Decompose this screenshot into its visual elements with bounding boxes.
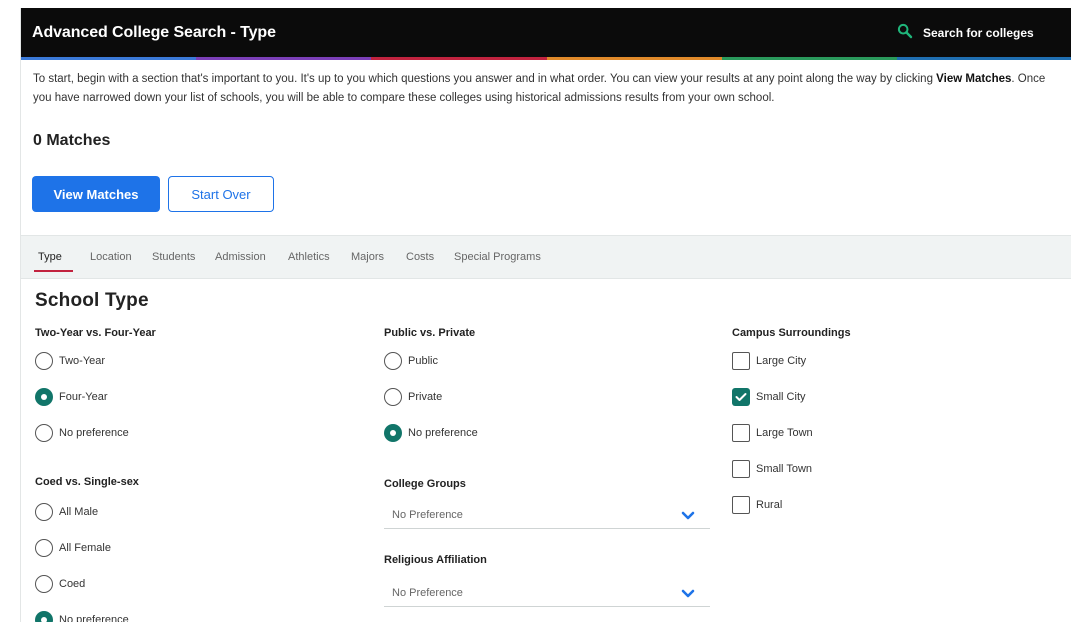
tab-majors[interactable]: Majors [351,251,384,263]
section-title: School Type [35,290,149,311]
college-groups-label: College Groups [384,478,466,490]
tab-special-programs[interactable]: Special Programs [454,251,541,263]
tab-type[interactable]: Type [38,251,62,263]
radio-coed[interactable]: Coed [35,575,85,593]
radio-label: Private [408,391,443,403]
radio-four-year[interactable]: Four-Year [35,388,108,406]
radio-label: Four-Year [59,391,108,403]
search-colleges-label: Search for colleges [923,26,1034,40]
start-over-button[interactable]: Start Over [168,176,274,212]
checkbox-box [732,352,750,370]
radio-label: Two-Year [59,355,106,367]
color-stripe-segment [21,57,197,60]
page-title: Advanced College Search - Type [32,24,276,41]
radio-label: Coed [59,578,86,590]
checkbox-label: Large Town [756,427,813,439]
radio-all-male[interactable]: All Male [35,503,98,521]
radio-circle [384,352,402,370]
college-groups-select[interactable]: No Preference [384,499,710,529]
checkbox-label: Rural [756,499,783,511]
checkbox-small-town[interactable]: Small Town [732,460,812,478]
tab-location[interactable]: Location [90,251,132,263]
matches-count: 0 Matches [33,132,111,149]
checkbox-large-city[interactable]: Large City [732,352,806,370]
color-stripe-segment [896,57,1071,60]
radio-circle [35,388,53,406]
check-icon [735,393,747,401]
section-tabs: Type Location Students Admission Athleti… [21,235,1071,279]
tab-admission[interactable]: Admission [215,251,266,263]
tab-students[interactable]: Students [152,251,195,263]
radio-label: No preference [59,614,129,622]
search-colleges-link[interactable]: Search for colleges [897,23,1034,44]
radio-circle [35,503,53,521]
checkbox-label: Small City [756,391,806,403]
intro-text: To start, begin with a section that's im… [33,70,1063,108]
radio-label: All Female [59,542,111,554]
color-stripe-segment [546,57,722,60]
color-stripe-segment [721,57,897,60]
radio-public-private-no-preference[interactable]: No preference [384,424,478,442]
religious-affiliation-label: Religious Affiliation [384,554,487,566]
tab-costs[interactable]: Costs [406,251,434,263]
active-tab-indicator [34,270,73,272]
page-frame: Advanced College Search - Type Search fo… [20,8,1071,622]
radio-two-four-no-preference[interactable]: No preference [35,424,129,442]
radio-two-year[interactable]: Two-Year [35,352,105,370]
checkbox-box [732,388,750,406]
intro-text-bold: View Matches [936,73,1012,85]
college-groups-value: No Preference [392,509,463,521]
radio-circle [35,424,53,442]
color-stripe-segment [371,57,547,60]
radio-circle [35,352,53,370]
radio-circle [384,388,402,406]
search-icon [897,23,913,44]
radio-circle [35,611,53,622]
radio-circle [35,539,53,557]
color-stripe-segment [196,57,372,60]
coed-single-sex-label: Coed vs. Single-sex [35,476,139,488]
radio-label: No preference [59,427,129,439]
religious-affiliation-value: No Preference [392,587,463,599]
intro-text-part: To start, begin with a section that's im… [33,73,937,85]
campus-surroundings-label: Campus Surroundings [732,327,851,339]
radio-label: No preference [408,427,478,439]
public-private-label: Public vs. Private [384,327,476,339]
header-bar: Advanced College Search - Type Search fo… [21,8,1071,57]
religious-affiliation-select[interactable]: No Preference [384,577,710,607]
checkbox-large-town[interactable]: Large Town [732,424,813,442]
radio-coed-no-preference[interactable]: No preference [35,611,129,622]
header-color-stripe [21,57,1071,60]
radio-circle [35,575,53,593]
tab-athletics[interactable]: Athletics [288,251,330,263]
chevron-down-icon [681,508,695,526]
checkbox-rural[interactable]: Rural [732,496,782,514]
checkbox-small-city[interactable]: Small City [732,388,806,406]
chevron-down-icon [681,586,695,604]
radio-all-female[interactable]: All Female [35,539,111,557]
radio-public[interactable]: Public [384,352,438,370]
checkbox-label: Small Town [756,463,813,475]
view-matches-button[interactable]: View Matches [32,176,160,212]
radio-private[interactable]: Private [384,388,442,406]
checkbox-label: Large City [756,355,807,367]
radio-label: All Male [59,506,99,518]
radio-label: Public [408,355,438,367]
checkbox-box [732,424,750,442]
radio-circle [384,424,402,442]
checkbox-box [732,460,750,478]
two-four-year-label: Two-Year vs. Four-Year [35,327,156,339]
checkbox-box [732,496,750,514]
